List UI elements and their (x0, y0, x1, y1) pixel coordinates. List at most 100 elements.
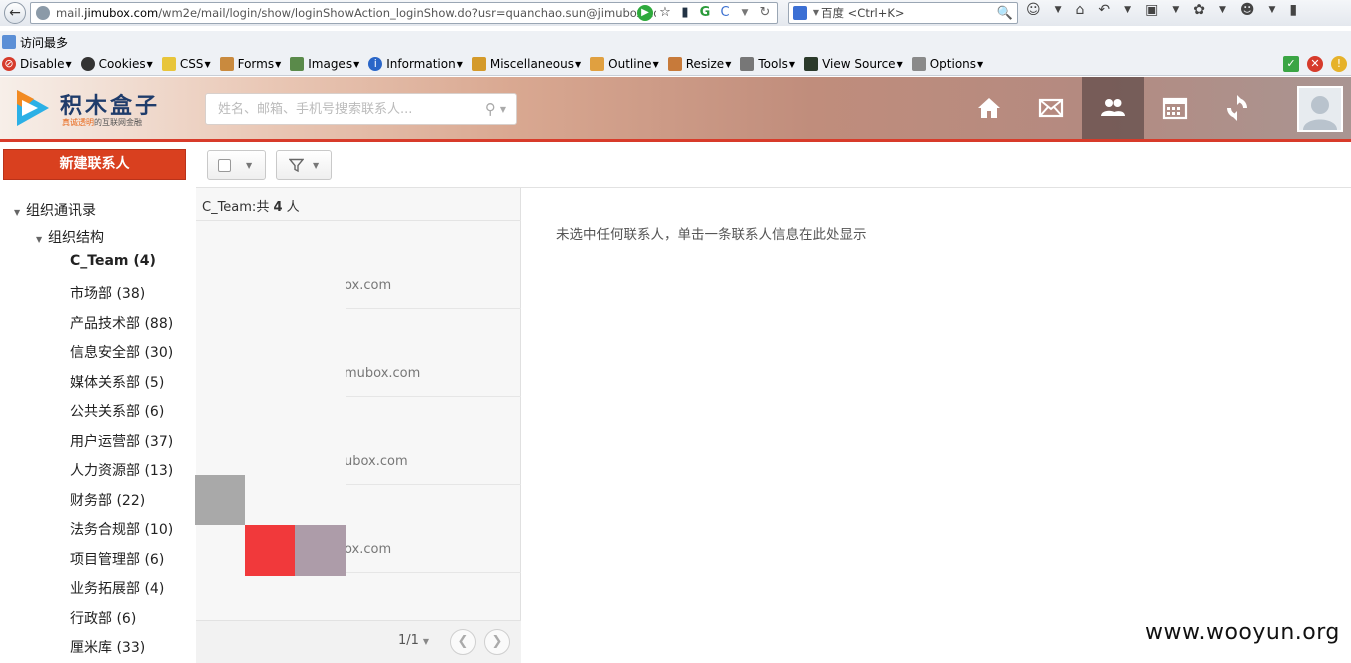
nav-mail[interactable] (1020, 77, 1082, 139)
tree-item[interactable]: 厘米库 (33) (70, 637, 145, 657)
go-icon[interactable]: ▶ (637, 5, 653, 21)
contact-email: ox.com (344, 542, 392, 557)
collapse-icon[interactable]: ▼ (36, 235, 43, 244)
select-all-button[interactable]: ▼ (207, 150, 266, 180)
check-icon[interactable]: ✓ (1283, 56, 1299, 72)
new-contact-button[interactable]: 新建联系人 (3, 149, 186, 180)
dev-css[interactable]: CSS ▼ (161, 57, 211, 71)
nav-calendar[interactable] (1144, 77, 1206, 139)
dev-disable[interactable]: ⊘ Disable ▼ (2, 57, 72, 71)
contact-search-input[interactable] (218, 95, 485, 123)
detail-empty-message: 未选中任何联系人，单击一条联系人信息在此处显示 (556, 227, 867, 243)
url-text: mail.jimubox.com/wm2e/mail/login/show/lo… (56, 6, 656, 20)
logo[interactable]: 积木盒子 真诚透明的互联网金融 (14, 86, 164, 130)
dev-information[interactable]: i Information ▼ (368, 57, 463, 71)
contacts-icon (1101, 99, 1125, 116)
nav-home[interactable] (958, 77, 1020, 139)
tree-item-c-team[interactable]: C_Team (4) (70, 253, 156, 269)
tree-item[interactable]: 人力资源部 (13) (70, 460, 173, 480)
magnifier-icon[interactable]: 🔍 (997, 6, 1013, 21)
contact-search[interactable]: ⚲ ▼ (205, 93, 517, 125)
engine-dropdown-icon[interactable]: ▼ (811, 5, 821, 21)
menu-icon[interactable]: ▮ (1289, 2, 1297, 18)
nav-sync[interactable] (1206, 77, 1268, 139)
search-icon[interactable]: ⚲ (485, 100, 496, 118)
contact-email: ox.com (344, 278, 392, 293)
prev-page-button[interactable]: ❮ (450, 629, 476, 655)
tree-item[interactable]: 财务部 (22) (70, 490, 145, 510)
mail-icon (1038, 98, 1064, 118)
pencil-icon (161, 57, 176, 71)
tree-item[interactable]: 信息安全部 (30) (70, 342, 173, 362)
disable-icon: ⊘ (2, 57, 16, 71)
user-avatar[interactable] (1297, 86, 1343, 132)
star-icon[interactable]: ☆ (657, 5, 673, 21)
list-pager: 1/1 ▼ ❮ ❯ (196, 620, 521, 663)
filter-button[interactable]: ▼ (276, 150, 332, 180)
dropdown-icon[interactable]: ▼ (1219, 5, 1226, 15)
undo-icon[interactable]: ↶ (1098, 2, 1110, 18)
error-icon[interactable]: ✕ (1307, 56, 1323, 72)
g-icon[interactable]: G (697, 5, 713, 21)
filter-icon (289, 158, 304, 172)
dropdown-icon[interactable]: ▼ (1055, 5, 1062, 15)
clipboard-icon (219, 57, 234, 71)
contact-email: mubox.com (344, 366, 421, 381)
browser-search-box[interactable]: ▼ 百度 <Ctrl+K> 🔍 (788, 2, 1018, 24)
back-button[interactable]: ← (4, 2, 26, 24)
dev-view-source[interactable]: View Source ▼ (804, 57, 903, 71)
tree-root[interactable]: ▼ 组织通讯录 (14, 200, 96, 220)
dev-options[interactable]: Options ▼ (911, 57, 983, 71)
dropdown-icon[interactable]: ▼ (1269, 5, 1276, 15)
logo-play-icon (17, 90, 49, 126)
dropdown-icon[interactable]: ▼ (1124, 5, 1131, 15)
select-all-checkbox[interactable] (218, 158, 231, 172)
dev-outline[interactable]: Outline ▼ (590, 57, 659, 71)
main-nav (958, 77, 1268, 139)
crop-icon[interactable]: ▣ (1145, 2, 1158, 18)
logo-title: 积木盒子 (60, 93, 161, 119)
tree-item[interactable]: 媒体关系部 (5) (70, 372, 164, 392)
tree-item[interactable]: 公共关系部 (6) (70, 401, 164, 421)
pencil-icon (590, 57, 605, 71)
web-developer-toolbar: ⊘ Disable ▼ Cookies ▼ CSS ▼ Forms ▼ Images ▼ i… (0, 53, 1351, 76)
tree-item[interactable]: 市场部 (38) (70, 283, 145, 303)
reload-icon[interactable]: ↻ (757, 5, 773, 21)
dev-resize[interactable]: Resize ▼ (667, 57, 731, 71)
tree-org[interactable]: ▼ 组织结构 (36, 227, 104, 247)
dev-images[interactable]: Images ▼ (290, 57, 359, 71)
tree-item[interactable]: 产品技术部 (88) (70, 313, 173, 333)
next-page-button[interactable]: ❯ (484, 629, 510, 655)
tree-item[interactable]: 项目管理部 (6) (70, 549, 164, 569)
dev-cookies[interactable]: Cookies ▼ (80, 57, 153, 71)
dev-forms[interactable]: Forms ▼ (219, 57, 281, 71)
smiley-icon[interactable]: ☺ (1026, 2, 1041, 18)
monkey-icon[interactable]: ☻ (1240, 2, 1255, 18)
c-icon[interactable]: C (717, 5, 733, 21)
dropdown-icon[interactable]: ▼ (737, 5, 753, 21)
bug-icon[interactable]: ✿ (1193, 2, 1205, 18)
baidu-icon[interactable] (793, 6, 807, 20)
search-dropdown-icon[interactable]: ▼ (500, 105, 506, 114)
dev-tools[interactable]: Tools ▼ (740, 57, 795, 71)
warning-icon[interactable]: ! (1331, 56, 1347, 72)
dev-miscellaneous[interactable]: Miscellaneous ▼ (471, 57, 581, 71)
address-bar[interactable]: mail.jimubox.com/wm2e/mail/login/show/lo… (30, 2, 778, 24)
home-icon[interactable]: ⌂ (1076, 2, 1085, 18)
info-icon: i (368, 57, 383, 71)
contact-email: ubox.com (344, 454, 408, 469)
nav-contacts[interactable] (1082, 77, 1144, 139)
redaction-block-red (245, 525, 295, 576)
tree-item[interactable]: 用户运营部 (37) (70, 431, 173, 451)
tree-item[interactable]: 行政部 (6) (70, 608, 136, 628)
page-indicator[interactable]: 1/1 ▼ (398, 633, 429, 648)
tree-item[interactable]: 法务合规部 (10) (70, 519, 173, 539)
bookmark-most-visited[interactable]: 访问最多 (20, 34, 68, 51)
phone-icon[interactable]: ▮ (677, 5, 693, 21)
chevron-down-icon: ▼ (422, 637, 430, 646)
redaction-block-mauve (295, 525, 346, 576)
collapse-icon[interactable]: ▼ (14, 208, 21, 217)
dropdown-icon[interactable]: ▼ (1172, 5, 1179, 15)
tree-item[interactable]: 业务拓展部 (4) (70, 578, 164, 598)
address-bar-icons: ▶ ☆ ▮ G C ▼ ↻ (637, 5, 773, 21)
